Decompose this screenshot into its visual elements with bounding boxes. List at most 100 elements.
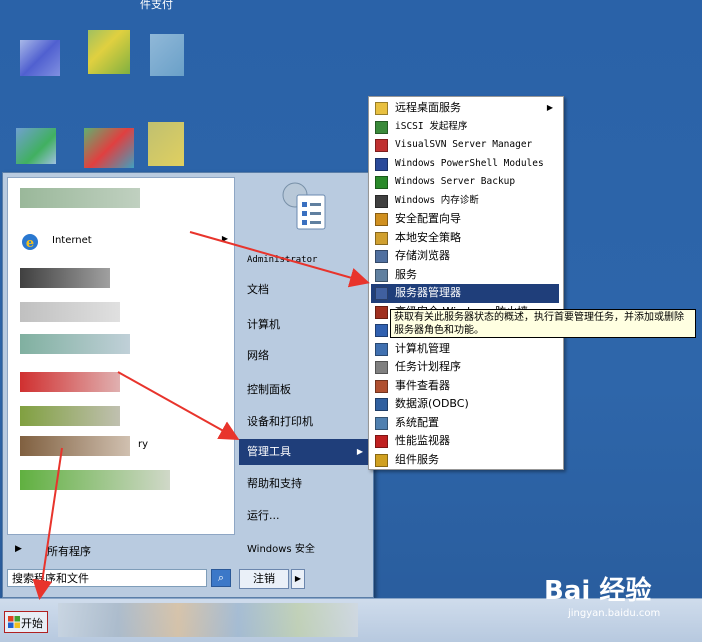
services-icon xyxy=(375,268,388,282)
admin-tool-item[interactable]: Windows 内存诊断 xyxy=(371,192,559,211)
start-item-admin-tools[interactable]: 管理工具 ▶ xyxy=(239,439,369,465)
admin-tool-item[interactable]: 服务器管理器 xyxy=(371,284,559,303)
watermark-brand: Bai 经验 xyxy=(544,576,652,606)
watermark-site: jingyan.baidu.com xyxy=(568,608,661,619)
start-item-administrator[interactable]: Administrator xyxy=(239,247,369,273)
admin-tool-label: 性能监视器 xyxy=(395,434,450,447)
security-wizard-icon xyxy=(375,213,388,226)
baidu-watermark: Bai 经验 jingyan.baidu.com xyxy=(540,568,700,628)
share-icon xyxy=(375,324,388,337)
desktop-icon[interactable] xyxy=(20,40,60,76)
admin-tool-label: 组件服务 xyxy=(395,452,439,466)
admin-tool-label: 服务 xyxy=(395,267,417,281)
admin-tool-item[interactable]: 系统配置 xyxy=(371,414,559,433)
start-item-run[interactable]: 运行... xyxy=(239,503,369,529)
start-item-documents[interactable]: 文档 xyxy=(239,277,369,303)
program-item[interactable] xyxy=(16,300,228,324)
admin-tool-label: 计算机管理 xyxy=(395,341,450,355)
start-menu-programs-pane: e Internet ▶ ry xyxy=(7,177,235,535)
admin-tool-item[interactable]: Windows Server Backup xyxy=(371,173,559,192)
chevron-right-icon: ▶ xyxy=(221,234,228,243)
admin-tool-item[interactable]: 任务计划程序 xyxy=(371,358,559,377)
memory-icon xyxy=(375,194,388,208)
start-item-network[interactable]: 网络 xyxy=(239,343,369,369)
internet-explorer-icon: e xyxy=(20,232,42,252)
folder-icon xyxy=(375,102,388,115)
chevron-right-icon: ▶ xyxy=(15,544,22,554)
admin-tool-item[interactable]: 计算机管理 xyxy=(371,340,559,359)
desktop-icon[interactable] xyxy=(88,30,130,74)
admin-tool-item[interactable]: 事件查看器 xyxy=(371,377,559,396)
admin-tool-item[interactable]: 数据源(ODBC) xyxy=(371,395,559,414)
program-item[interactable] xyxy=(16,370,228,394)
admin-tool-item[interactable]: 组件服务 xyxy=(371,451,559,470)
admin-tool-label: iSCSI 发起程序 xyxy=(395,120,468,132)
admin-tool-label: 存储浏览器 xyxy=(395,249,450,262)
computer-mgmt-icon xyxy=(375,342,388,356)
chevron-right-icon: ▶ xyxy=(356,447,363,456)
backup-icon xyxy=(375,176,388,189)
admin-tool-item[interactable]: 性能监视器 xyxy=(371,432,559,451)
event-viewer-icon xyxy=(375,379,388,393)
program-item[interactable] xyxy=(16,186,228,210)
start-item-windows-security[interactable]: Windows 安全 xyxy=(239,537,369,563)
start-item-control-panel[interactable]: 控制面板 xyxy=(239,377,369,403)
desktop-icon[interactable] xyxy=(16,128,56,164)
windows-logo-icon xyxy=(8,616,20,628)
program-item[interactable] xyxy=(16,266,228,290)
admin-tool-item[interactable]: Windows PowerShell Modules xyxy=(371,155,559,174)
program-item-internet[interactable]: e Internet ▶ xyxy=(16,230,228,254)
server-manager-icon xyxy=(375,287,388,300)
search-button[interactable]: ⌕ xyxy=(211,569,231,587)
svn-icon xyxy=(375,139,388,152)
blurred-program-icon xyxy=(20,302,120,322)
admin-tool-label: 系统配置 xyxy=(395,415,439,429)
admin-tool-item[interactable]: VisualSVN Server Manager xyxy=(371,136,559,155)
program-item[interactable] xyxy=(16,468,228,492)
admin-tool-item[interactable]: 远程桌面服务 ▶ xyxy=(371,99,559,118)
svg-text:e: e xyxy=(26,236,34,251)
iscsi-icon xyxy=(375,120,388,134)
desktop-icon[interactable] xyxy=(148,122,184,166)
start-item-computer[interactable]: 计算机 xyxy=(239,312,369,338)
desktop-partial-title: 件支付 xyxy=(140,0,173,11)
start-button[interactable]: 开始 xyxy=(4,611,48,633)
desktop-icon[interactable] xyxy=(84,128,134,168)
blurred-program-icon xyxy=(20,406,120,426)
start-menu-right-pane: Administrator 文档 计算机 网络 控制面板 设备和打印机 管理工具… xyxy=(235,173,371,597)
admin-tool-item[interactable]: 存储浏览器 xyxy=(371,247,559,266)
shutdown-options-button[interactable]: ▶ xyxy=(291,569,305,589)
taskbar-app-button[interactable] xyxy=(58,603,358,637)
server-manager-tooltip: 获取有关此服务器状态的概述，执行首要管理任务，并添加或删除服务器角色和功能。 xyxy=(390,309,696,338)
program-item[interactable]: ry xyxy=(16,434,228,458)
all-programs-button[interactable]: ▶ 所有程序 xyxy=(7,539,233,561)
admin-tool-label: 远程桌面服务 xyxy=(395,101,461,114)
program-item[interactable] xyxy=(16,332,228,356)
desktop-icon[interactable] xyxy=(150,34,184,76)
admin-tool-label: VisualSVN Server Manager xyxy=(395,139,533,150)
admin-tool-label: 数据源(ODBC) xyxy=(395,397,469,410)
search-icon: ⌕ xyxy=(217,571,225,584)
start-item-help-support[interactable]: 帮助和支持 xyxy=(239,471,369,497)
admin-tool-label: Windows Server Backup xyxy=(395,176,516,187)
blurred-program-icon xyxy=(20,470,170,490)
admin-tools-submenu: 远程桌面服务 ▶ iSCSI 发起程序 VisualSVN Server Manage… xyxy=(368,96,564,470)
admin-tool-label: Windows PowerShell Modules xyxy=(395,157,544,169)
program-item[interactable] xyxy=(16,404,228,428)
admin-tool-item[interactable]: 服务 xyxy=(371,266,559,285)
blurred-program-icon xyxy=(20,436,130,456)
admin-tool-label: 任务计划程序 xyxy=(395,360,461,373)
admin-tool-label: 服务器管理器 xyxy=(395,286,461,299)
performance-icon xyxy=(375,435,388,448)
search-input[interactable]: 搜索程序和文件 xyxy=(7,569,207,587)
blurred-program-icon xyxy=(20,268,110,288)
chevron-right-icon: ▶ xyxy=(546,103,553,112)
admin-tool-item[interactable]: 安全配置向导 xyxy=(371,210,559,229)
logoff-button[interactable]: 注销 xyxy=(239,569,289,589)
admin-tool-label: Windows 内存诊断 xyxy=(395,194,479,206)
admin-tool-item[interactable]: 本地安全策略 xyxy=(371,229,559,248)
start-item-devices-printers[interactable]: 设备和打印机 xyxy=(239,409,369,435)
admin-tool-item[interactable]: iSCSI 发起程序 xyxy=(371,118,559,137)
admin-tools-avatar-icon xyxy=(275,177,331,233)
admin-tool-label: 安全配置向导 xyxy=(395,212,461,225)
